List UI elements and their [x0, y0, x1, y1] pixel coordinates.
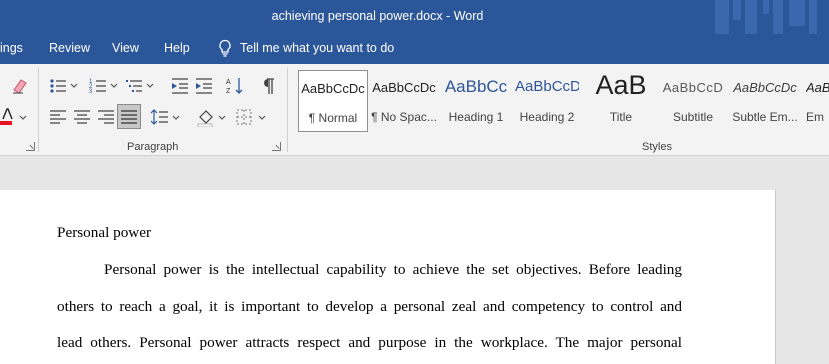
document-area: Personal power Personal power is the int…: [0, 157, 829, 364]
align-left-icon[interactable]: [48, 107, 68, 127]
document-heading: Personal power: [57, 224, 152, 241]
borders-icon[interactable]: [234, 107, 254, 127]
document-line: Personal power is the intellectual capab…: [104, 261, 682, 278]
multilevel-list-icon[interactable]: [124, 76, 144, 96]
align-right-icon[interactable]: [96, 107, 116, 127]
group-separator: [287, 68, 288, 152]
style-name: Subtle Em...: [732, 110, 798, 124]
svg-text:A: A: [226, 79, 231, 86]
style-preview: AaBbCcDc: [372, 80, 436, 95]
sort-icon[interactable]: AZ: [225, 76, 245, 96]
style-subtitle[interactable]: AaBbCcD Subtitle: [662, 70, 724, 132]
font-color-icon[interactable]: [0, 106, 20, 126]
document-line: lead others. Personal power attracts res…: [57, 334, 682, 351]
style-heading-1[interactable]: AaBbCc Heading 1: [444, 70, 508, 132]
style-preview: AaBbCcDc: [301, 81, 365, 96]
align-center-icon[interactable]: [72, 107, 92, 127]
style-name: Title: [609, 110, 633, 124]
style-name: Heading 2: [519, 110, 575, 124]
paragraph-group-label: Paragraph: [127, 141, 179, 153]
chevron-down-icon[interactable]: [110, 82, 118, 90]
style-heading-2[interactable]: AaBbCcD Heading 2: [515, 70, 579, 132]
font-dialog-launcher[interactable]: [26, 142, 35, 151]
title-bar-pattern: [715, 0, 817, 34]
ribbon-tabs: ings Review View Help Tell me what you w…: [0, 34, 829, 64]
tab-review[interactable]: Review: [49, 41, 90, 55]
style-preview: AaB: [806, 80, 829, 95]
style-name: Em: [806, 110, 824, 124]
style-name: Heading 1: [448, 110, 504, 124]
chevron-down-icon[interactable]: [218, 114, 226, 122]
group-separator: [38, 68, 39, 152]
document-line: others to reach a goal, it is important …: [57, 298, 682, 315]
line-spacing-icon[interactable]: [150, 107, 170, 127]
chevron-down-icon[interactable]: [70, 82, 78, 90]
style-subtle-emphasis[interactable]: AaBbCcDc Subtle Em...: [732, 70, 798, 132]
style-emphasis[interactable]: AaB Em: [806, 70, 829, 132]
tab-view[interactable]: View: [112, 41, 139, 55]
styles-gallery: AaBbCcDc ¶ Normal AaBbCcDc ¶ No Spac... …: [296, 70, 829, 132]
chevron-down-icon[interactable]: [258, 114, 266, 122]
tab-help[interactable]: Help: [164, 41, 190, 55]
clear-formatting-icon[interactable]: [10, 76, 30, 96]
lightbulb-icon: [219, 39, 231, 57]
style-name: ¶ No Spac...: [371, 110, 437, 124]
styles-group-label: Styles: [642, 141, 672, 153]
style-name: ¶ Normal: [308, 111, 358, 125]
style-normal[interactable]: AaBbCcDc ¶ Normal: [298, 70, 368, 132]
svg-text:3: 3: [89, 89, 93, 95]
document-page[interactable]: Personal power Personal power is the int…: [0, 190, 776, 364]
show-formatting-marks-icon[interactable]: [258, 76, 278, 96]
style-title[interactable]: AaB Title: [588, 70, 654, 132]
style-preview: AaBbCcD: [662, 80, 724, 95]
style-preview: AaBbCcDc: [733, 80, 797, 95]
tell-me-box[interactable]: Tell me what you want to do: [218, 39, 394, 57]
bullets-icon[interactable]: [48, 76, 68, 96]
title-bar: achieving personal power.docx - Word: [0, 0, 829, 34]
chevron-down-icon[interactable]: [146, 82, 154, 90]
window-title: achieving personal power.docx - Word: [271, 9, 484, 23]
tab-mailings[interactable]: ings: [0, 41, 23, 55]
shading-icon[interactable]: [196, 107, 216, 127]
style-preview: AaBbCc: [444, 77, 508, 96]
justify-icon[interactable]: [119, 107, 139, 127]
numbering-icon[interactable]: 123: [88, 76, 108, 96]
chevron-down-icon[interactable]: [19, 114, 27, 122]
chevron-down-icon[interactable]: [172, 114, 180, 122]
increase-indent-icon[interactable]: [194, 76, 214, 96]
style-no-spacing[interactable]: AaBbCcDc ¶ No Spac...: [371, 70, 437, 132]
paragraph-dialog-launcher[interactable]: [272, 142, 281, 151]
style-name: Subtitle: [672, 110, 714, 124]
svg-text:Z: Z: [226, 88, 231, 95]
decrease-indent-icon[interactable]: [170, 76, 190, 96]
style-preview: AaBbCcD: [515, 78, 579, 95]
style-preview: AaB: [595, 70, 647, 100]
tell-me-text: Tell me what you want to do: [240, 41, 395, 55]
